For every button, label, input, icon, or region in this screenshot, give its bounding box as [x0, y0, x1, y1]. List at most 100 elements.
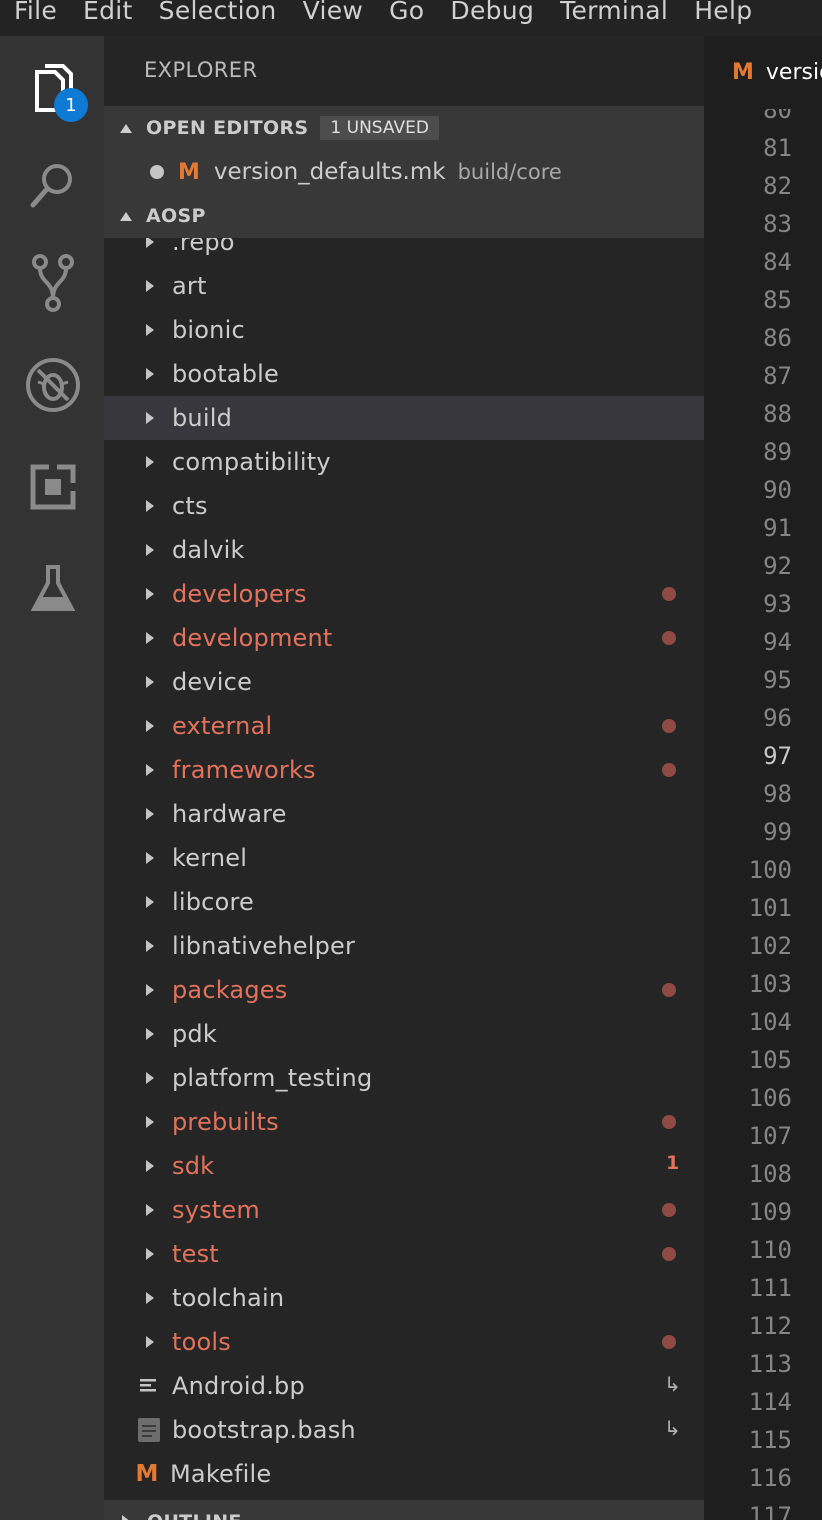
modified-dot-icon	[662, 983, 676, 997]
tree-folder-libnativehelper[interactable]: libnativehelper	[104, 924, 704, 968]
chevron-right-icon	[146, 500, 154, 512]
menu-view[interactable]: View	[289, 0, 376, 24]
line-number: 115	[748, 1426, 792, 1454]
tree-folder-prebuilts[interactable]: prebuilts	[104, 1100, 704, 1144]
tree-folder-system[interactable]: system	[104, 1188, 704, 1232]
line-number: 113	[748, 1350, 792, 1378]
editor-tab[interactable]: M version_defaults.mk	[704, 36, 822, 109]
chevron-right-icon	[146, 676, 154, 688]
tree-item-label: external	[172, 712, 273, 740]
tree-item-label: packages	[172, 976, 288, 1004]
open-editors-list: M version_defaults.mk build/core	[104, 150, 704, 194]
menu-bar: File Edit Selection View Go Debug Terminal Help	[0, 0, 822, 36]
unsaved-dot-icon[interactable]	[150, 165, 164, 179]
workspace-header[interactable]: AOSP	[104, 194, 704, 238]
chevron-right-icon	[146, 324, 154, 336]
tree-folder-tools[interactable]: tools	[104, 1320, 704, 1364]
menu-edit[interactable]: Edit	[69, 0, 145, 24]
line-number: 89	[763, 438, 792, 466]
chevron-right-icon	[122, 1515, 131, 1520]
tree-item-label: libcore	[172, 888, 254, 916]
tree-folder-bionic[interactable]: bionic	[104, 308, 704, 352]
menu-help[interactable]: Help	[680, 0, 764, 24]
tab-label: version_defaults.mk	[765, 59, 822, 85]
outline-header[interactable]: OUTLINE	[104, 1500, 704, 1520]
tree-file-makefile[interactable]: M Makefile	[104, 1452, 704, 1496]
tree-folder-packages[interactable]: packages	[104, 968, 704, 1012]
tree-folder-cts[interactable]: cts	[104, 484, 704, 528]
tree-folder-bootable[interactable]: bootable	[104, 352, 704, 396]
menu-terminal[interactable]: Terminal	[546, 0, 680, 24]
line-number: 81	[763, 134, 792, 162]
chevron-right-icon	[146, 1116, 154, 1128]
chevron-right-icon	[146, 1072, 154, 1084]
tree-folder-hardware[interactable]: hardware	[104, 792, 704, 836]
chevron-down-icon	[120, 211, 132, 221]
open-editor-item[interactable]: M version_defaults.mk build/core	[104, 150, 704, 194]
line-number: 112	[748, 1312, 792, 1340]
tree-folder-sdk[interactable]: sdk 1	[104, 1144, 704, 1188]
line-number: 103	[748, 970, 792, 998]
chevron-right-icon	[146, 1336, 154, 1348]
tree-item-label: build	[172, 404, 233, 432]
tree-folder-kernel[interactable]: kernel	[104, 836, 704, 880]
menu-go[interactable]: Go	[375, 0, 436, 24]
extensions-icon[interactable]	[22, 456, 84, 518]
tree-folder-test[interactable]: test	[104, 1232, 704, 1276]
outline-label: OUTLINE	[147, 1511, 242, 1520]
text-lines-icon	[136, 1378, 162, 1394]
line-number: 92	[763, 552, 792, 580]
explorer-title: EXPLORER	[144, 58, 258, 82]
chevron-right-icon	[146, 764, 154, 776]
tree-folder-external[interactable]: external	[104, 704, 704, 748]
line-number: 84	[763, 248, 792, 276]
unsaved-badge: 1 UNSAVED	[320, 116, 439, 140]
tree-folder-compatibility[interactable]: compatibility	[104, 440, 704, 484]
tree-folder-platform-testing[interactable]: platform_testing	[104, 1056, 704, 1100]
chevron-right-icon	[146, 1248, 154, 1260]
tree-item-label: Makefile	[170, 1460, 272, 1488]
tree-folder-device[interactable]: device	[104, 660, 704, 704]
line-number: 91	[763, 514, 792, 542]
line-number: 82	[763, 172, 792, 200]
tree-folder-development[interactable]: development	[104, 616, 704, 660]
chevron-right-icon	[146, 280, 154, 292]
menu-selection[interactable]: Selection	[145, 0, 289, 24]
tree-item-label: bootstrap.bash	[172, 1416, 356, 1444]
line-number: 86	[763, 324, 792, 352]
chevron-right-icon	[146, 940, 154, 952]
chevron-right-icon	[146, 896, 154, 908]
tree-folder-frameworks[interactable]: frameworks	[104, 748, 704, 792]
tree-item-label: toolchain	[172, 1284, 285, 1312]
open-editors-header[interactable]: OPEN EDITORS 1 UNSAVED	[104, 106, 704, 150]
tree-folder-build[interactable]: build	[104, 396, 704, 440]
tree-folder-pdk[interactable]: pdk	[104, 1012, 704, 1056]
tree-folder--repo[interactable]: .repo	[104, 238, 704, 264]
tree-folder-dalvik[interactable]: dalvik	[104, 528, 704, 572]
source-control-icon[interactable]	[22, 252, 84, 314]
chevron-right-icon	[146, 1292, 154, 1304]
line-number: 108	[748, 1160, 792, 1188]
menu-debug[interactable]: Debug	[436, 0, 546, 24]
makefile-icon: M	[178, 159, 200, 185]
line-number: 104	[748, 1008, 792, 1036]
tree-item-label: libnativehelper	[172, 932, 356, 960]
tree-folder-libcore[interactable]: libcore	[104, 880, 704, 924]
debug-icon[interactable]	[22, 354, 84, 416]
modified-dot-icon	[662, 1203, 676, 1217]
open-editor-name: version_defaults.mk	[213, 159, 446, 185]
tree-item-label: art	[172, 272, 207, 300]
chevron-right-icon	[146, 1160, 154, 1172]
menu-file[interactable]: File	[0, 0, 69, 24]
tree-folder-developers[interactable]: developers	[104, 572, 704, 616]
tree-item-label: prebuilts	[172, 1108, 279, 1136]
tree-folder-toolchain[interactable]: toolchain	[104, 1276, 704, 1320]
tree-file-bootstrap-bash[interactable]: bootstrap.bash ↳	[104, 1408, 704, 1452]
test-flask-icon[interactable]	[22, 558, 84, 620]
line-number: 114	[748, 1388, 792, 1416]
symlink-arrow-icon: ↳	[664, 1416, 681, 1440]
search-icon[interactable]	[22, 154, 84, 216]
tree-file-android-bp[interactable]: Android.bp ↳	[104, 1364, 704, 1408]
line-number: 105	[748, 1046, 792, 1074]
tree-folder-art[interactable]: art	[104, 264, 704, 308]
